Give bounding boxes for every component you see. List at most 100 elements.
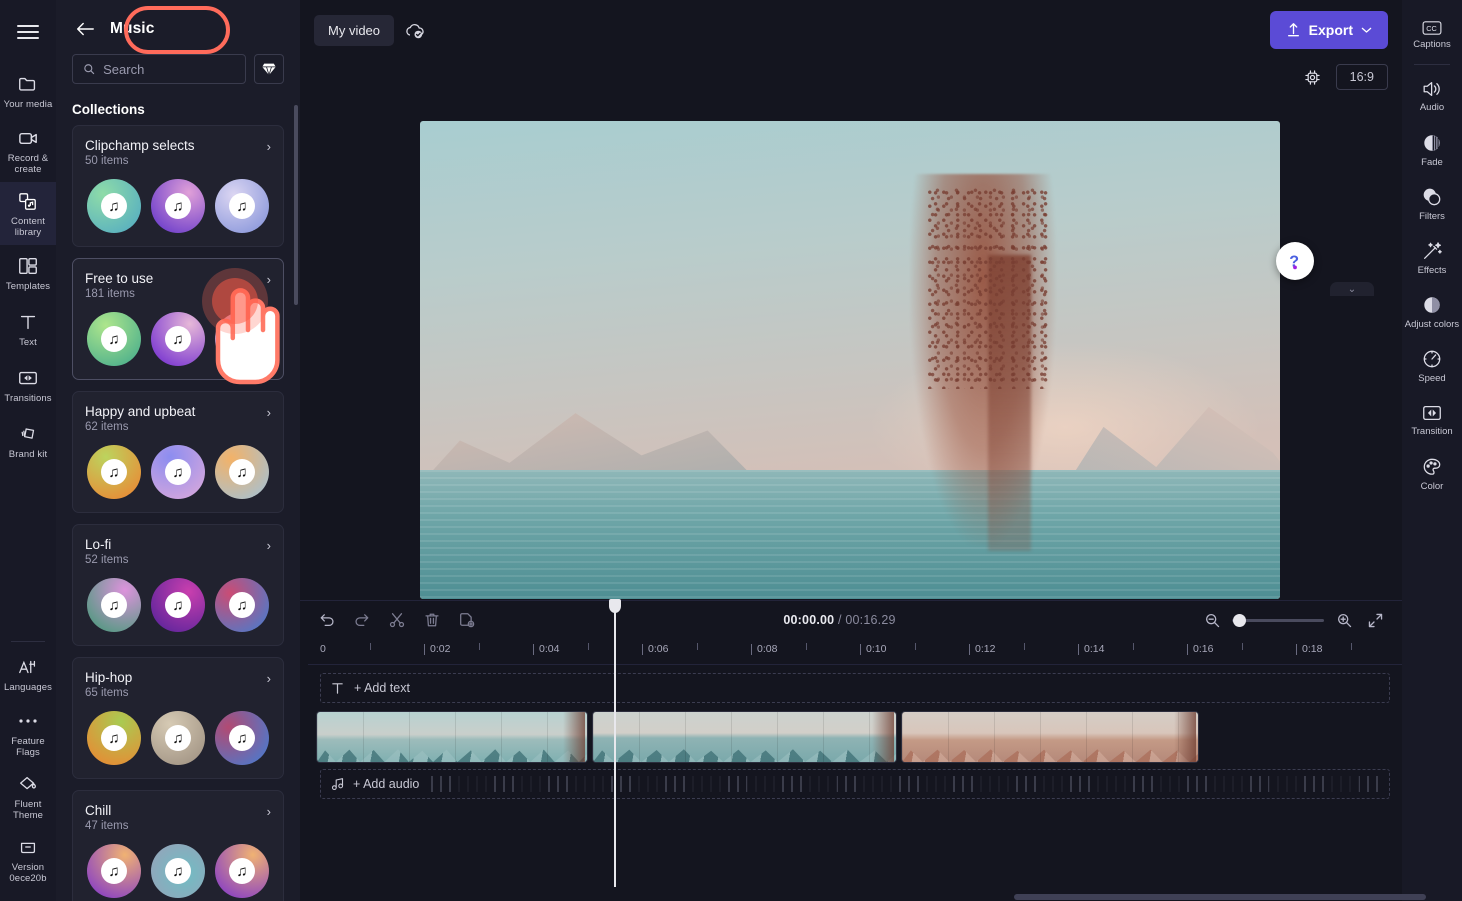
tool-adjust-colors[interactable]: Adjust colors [1402,285,1462,339]
collection-card[interactable]: Lo-fi 52 items › ♫ ♫ ♫ [72,524,284,646]
chevron-right-icon[interactable]: › [267,403,271,420]
music-thumb[interactable]: ♫ [87,578,141,632]
tool-filters[interactable]: Filters [1402,177,1462,231]
search-icon [84,64,95,75]
zoom-out-button[interactable] [1201,609,1223,631]
search-input-wrapper[interactable] [72,54,246,84]
ruler-minor-tick [1242,643,1243,650]
svg-text:CC: CC [1426,24,1437,33]
ruler-minor-tick [806,643,807,650]
collection-card[interactable]: Clipchamp selects 50 items › ♫ ♫ ♫ [72,125,284,247]
music-thumb[interactable]: ♫ [215,179,269,233]
collection-card[interactable]: Hip-hop 65 items › ♫ ♫ ♫ [72,657,284,779]
sidebar-item-your-media[interactable]: Your media [0,63,56,119]
timeline-collapse-button[interactable]: ⌄ [1330,282,1374,296]
scrollbar-thumb[interactable] [1014,894,1426,900]
music-thumb[interactable]: ♫ [215,711,269,765]
timeline-ruler[interactable]: 0 0:02 0:04 0:06 0:08 0:10 0:12 0:14 0:1… [308,639,1402,665]
chevron-right-icon[interactable]: › [267,536,271,553]
music-thumb[interactable]: ♫ [87,844,141,898]
timeline-clip[interactable] [316,711,588,763]
chevron-right-icon[interactable]: › [267,137,271,154]
zoom-slider-knob[interactable] [1233,613,1246,627]
music-thumb[interactable]: ♫ [87,179,141,233]
sidebar-item-languages[interactable]: Languages [0,646,56,702]
sidebar-item-record-create[interactable]: Record & create [0,119,56,182]
gear-icon[interactable] [1303,68,1322,87]
music-thumb[interactable]: ♫ [151,445,205,499]
project-title-button[interactable]: My video [314,14,395,46]
delete-button[interactable] [421,609,443,631]
panel-title: Music [110,20,155,37]
sidebar-item-templates[interactable]: Templates [0,245,56,301]
music-thumb[interactable]: ♫ [215,578,269,632]
tool-transition[interactable]: Transition [1402,393,1462,447]
tool-captions[interactable]: CC Captions [1402,8,1462,62]
timeline-zoom-controls [1201,609,1386,631]
collection-card-free-to-use[interactable]: Free to use 181 items › ♫ ♫ ♫ [72,258,284,380]
collection-name: Clipchamp selects [85,138,195,153]
tool-color[interactable]: Color [1402,447,1462,501]
sidebar-item-text[interactable]: Text [0,301,56,357]
tool-effects[interactable]: Effects [1402,231,1462,285]
export-button[interactable]: Export [1269,11,1388,49]
sidebar-label: Languages [4,682,52,693]
chevron-right-icon[interactable]: › [267,669,271,686]
collection-texts: Lo-fi 52 items [85,536,267,566]
video-preview[interactable] [420,121,1280,599]
audio-track-placeholder[interactable]: + Add audio [320,769,1390,799]
ruler-tick: 0:18 [1296,643,1322,655]
collection-card[interactable]: Chill 47 items › ♫ ♫ ♫ [72,790,284,901]
music-thumb[interactable]: ♫ [151,312,205,366]
timeline-clip[interactable] [901,711,1199,763]
music-thumb[interactable]: ♫ [215,445,269,499]
content-library-icon [16,189,40,213]
panel-scrollbar[interactable] [294,105,298,305]
sidebar-item-brand-kit[interactable]: Brand kit [0,413,56,469]
cloud-check-icon[interactable] [404,21,425,40]
tool-audio[interactable]: Audio [1402,69,1462,123]
music-thumb[interactable]: ♫ [151,578,205,632]
tool-speed[interactable]: Speed [1402,339,1462,393]
text-track-placeholder[interactable]: + Add text [320,673,1390,703]
tool-fade[interactable]: Fade [1402,123,1462,177]
duplicate-button[interactable] [456,609,478,631]
sidebar-item-fluent-theme[interactable]: Fluent Theme [0,765,56,828]
undo-button[interactable] [316,609,338,631]
music-note-icon: ♫ [229,725,255,751]
redo-button[interactable] [351,609,373,631]
sidebar-item-version[interactable]: Version 0ece20b [0,828,56,891]
music-thumb[interactable]: ♫ [87,445,141,499]
sidebar-item-feature-flags[interactable]: Feature Flags [0,702,56,765]
music-thumb[interactable]: ♫ [151,179,205,233]
help-button[interactable]: ? [1276,242,1314,280]
collection-card[interactable]: Happy and upbeat 62 items › ♫ ♫ ♫ [72,391,284,513]
panel-collapse-button[interactable]: ‹ [299,435,300,477]
music-thumb[interactable]: ♫ [87,711,141,765]
timeline-horizontal-scrollbar[interactable] [300,893,1426,901]
timeline-clip[interactable] [592,711,897,763]
sidebar-item-transitions[interactable]: Transitions [0,357,56,413]
zoom-in-button[interactable] [1333,609,1355,631]
music-note-icon: ♫ [229,592,255,618]
collection-count: 52 items [85,554,129,566]
sidebar-item-content-library[interactable]: Content library [0,182,56,246]
music-thumb[interactable]: ♫ [215,844,269,898]
aspect-ratio-button[interactable]: 16:9 [1335,64,1388,90]
fit-to-screen-button[interactable] [1364,609,1386,631]
playhead[interactable] [609,599,621,887]
hamburger-menu-icon[interactable] [13,17,43,47]
chevron-right-icon[interactable]: › [267,802,271,819]
music-thumb[interactable]: ♫ [151,711,205,765]
collection-name: Free to use [85,271,154,286]
premium-filter-button[interactable] [254,54,284,84]
collection-count: 181 items [85,288,135,300]
zoom-slider[interactable] [1232,613,1324,627]
split-button[interactable] [386,609,408,631]
search-input[interactable] [103,61,235,77]
music-thumb[interactable]: ♫ [215,312,269,366]
back-button[interactable] [72,18,98,40]
chevron-right-icon[interactable]: › [267,270,271,287]
music-thumb[interactable]: ♫ [87,312,141,366]
music-thumb[interactable]: ♫ [151,844,205,898]
